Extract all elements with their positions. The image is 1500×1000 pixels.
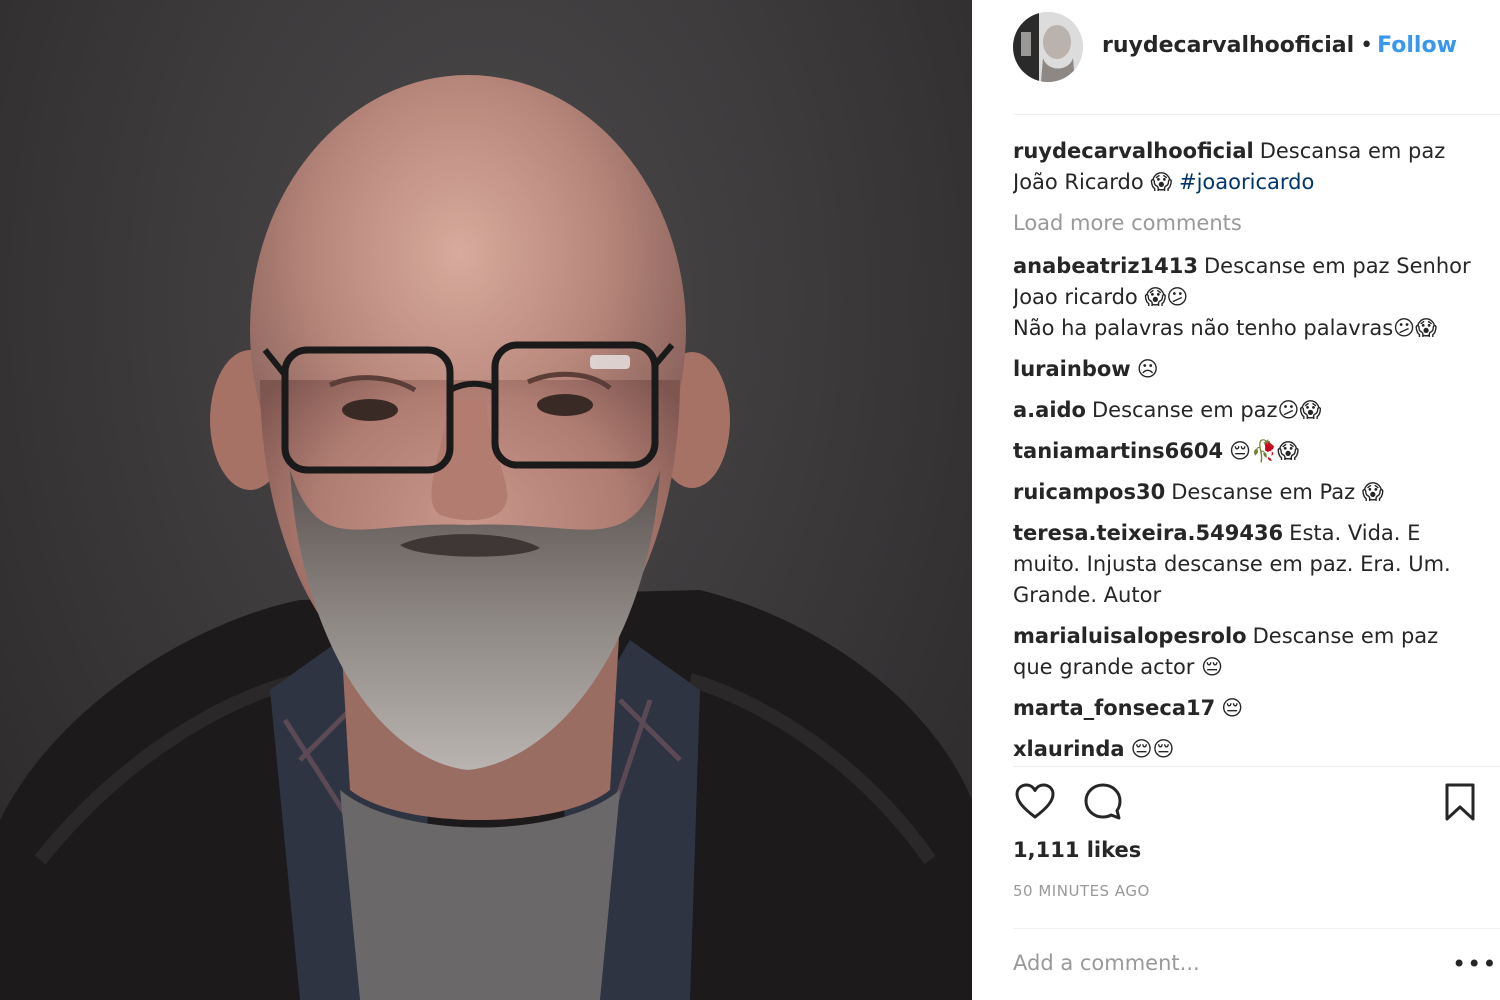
header-separator: •	[1360, 33, 1374, 58]
bookmark-icon	[1445, 783, 1475, 821]
avatar-image	[1013, 12, 1083, 82]
comment-text: ☹	[1136, 357, 1159, 381]
header-title-row: ruydecarvalhooficial • Follow	[1102, 31, 1457, 61]
like-button[interactable]	[1013, 780, 1057, 824]
heart-icon	[1015, 783, 1055, 819]
caption: ruydecarvalhooficial Descansa em paz João…	[1013, 136, 1483, 198]
load-more-comments-link[interactable]: Load more comments	[1013, 208, 1483, 239]
portrait-illustration	[0, 75, 972, 1000]
comment-username[interactable]: marialuisalopesrolo	[1013, 624, 1247, 648]
comment-item: marialuisalopesrolo Descanse em paz que g…	[1013, 621, 1483, 683]
comment-username[interactable]: a.aido	[1013, 398, 1086, 422]
comment-username[interactable]: ruicampos30	[1013, 480, 1165, 504]
more-options-icon[interactable]: •••	[1452, 950, 1497, 978]
comment-item: lurainbow ☹	[1013, 354, 1483, 385]
comment-text: Descanse em Paz 😱	[1171, 480, 1384, 504]
comment-username[interactable]: lurainbow	[1013, 357, 1131, 381]
author-avatar[interactable]	[1013, 12, 1083, 82]
comment-item: marta_fonseca17 😔	[1013, 693, 1483, 724]
comment-item: anabeatriz1413 Descanse em paz Senhor Joa…	[1013, 251, 1483, 344]
post-photo[interactable]	[0, 0, 972, 1000]
comment-item: teresa.teixeira.549436 Esta. Vida. E muit…	[1013, 518, 1483, 611]
caption-username[interactable]: ruydecarvalhooficial	[1013, 139, 1254, 163]
caption-hashtag[interactable]: #joaoricardo	[1179, 170, 1314, 194]
comment-item: xlaurinda 😔😔	[1013, 734, 1483, 764]
comment-text: 😔	[1221, 696, 1244, 720]
comments-divider	[1013, 766, 1500, 767]
comment-text: 😔🥀😱	[1229, 439, 1300, 463]
comment-username[interactable]: teresa.teixeira.549436	[1013, 521, 1283, 545]
comment-username[interactable]: taniamartins6604	[1013, 439, 1223, 463]
save-button[interactable]	[1438, 780, 1482, 824]
comments-list: ruydecarvalhooficial Descansa em paz João…	[1013, 136, 1483, 764]
add-comment-input[interactable]	[1013, 946, 1433, 980]
comment-item: taniamartins6604 😔🥀😱	[1013, 436, 1483, 467]
comment-item: a.aido Descanse em paz😕😱	[1013, 395, 1483, 426]
comment-text: Descanse em paz😕😱	[1091, 398, 1322, 422]
follow-button[interactable]: Follow	[1377, 33, 1457, 58]
post-header: ruydecarvalhooficial • Follow	[972, 0, 1500, 114]
comment-bubble-icon	[1084, 783, 1122, 820]
comment-item: ruicampos30 Descanse em Paz 😱	[1013, 477, 1483, 508]
comment-button[interactable]	[1081, 780, 1125, 824]
comment-username[interactable]: anabeatriz1413	[1013, 254, 1198, 278]
author-username[interactable]: ruydecarvalhooficial	[1102, 33, 1354, 58]
likes-count[interactable]: 1,111 likes	[1013, 838, 1141, 862]
post-detail-panel: ruydecarvalhooficial • Follow ruydecarvalh…	[972, 0, 1500, 1000]
post-timestamp: 50 MINUTES AGO	[1013, 882, 1150, 900]
header-divider	[1013, 114, 1500, 115]
action-bar	[1013, 780, 1488, 826]
comment-username[interactable]: xlaurinda	[1013, 737, 1125, 761]
comment-text: 😔😔	[1130, 737, 1175, 761]
footer-divider	[1013, 928, 1500, 929]
comment-username[interactable]: marta_fonseca17	[1013, 696, 1215, 720]
